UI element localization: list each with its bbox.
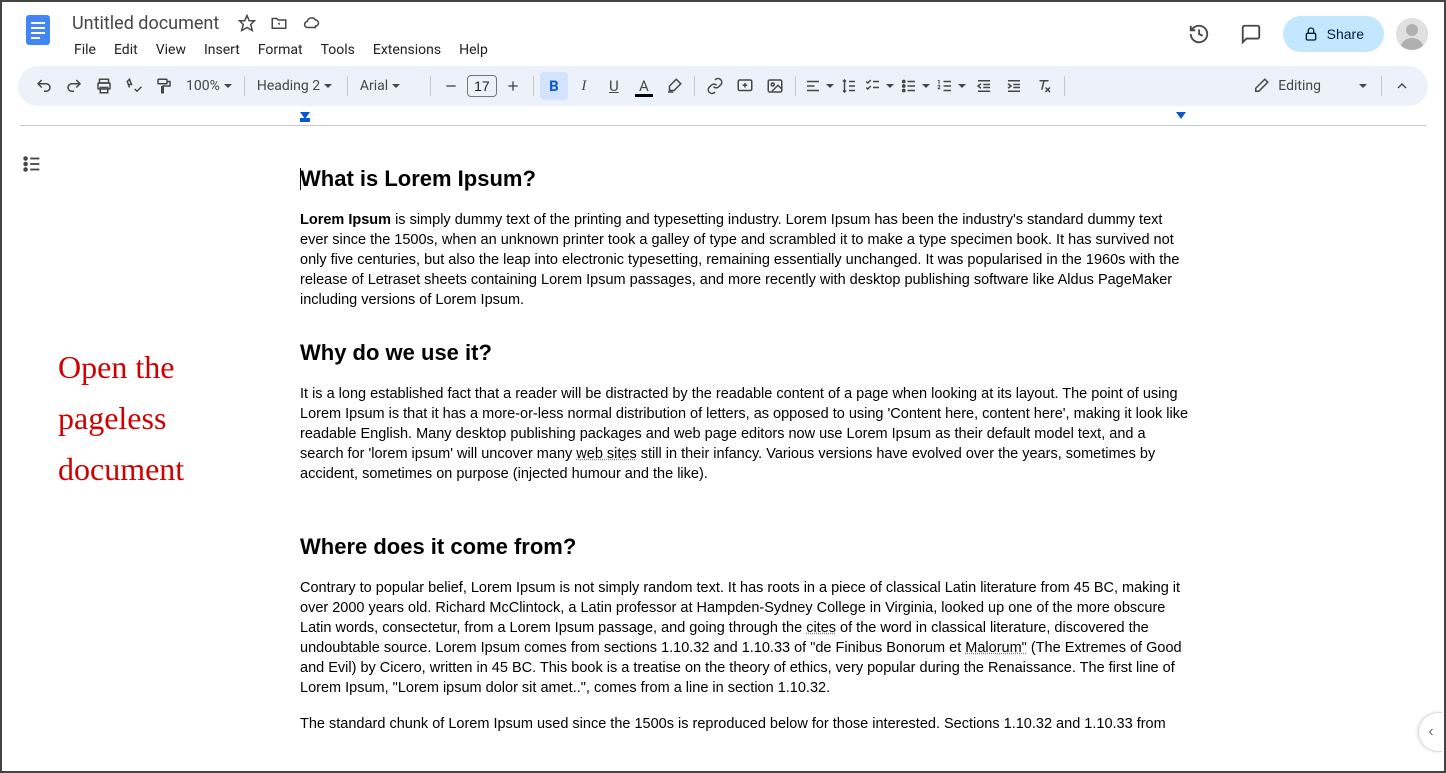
heading-1[interactable]: What is Lorem Ipsum? — [300, 166, 1190, 192]
underline-button[interactable]: U — [600, 72, 628, 100]
menu-extensions[interactable]: Extensions — [365, 38, 449, 62]
header: Untitled document File Edit View Insert … — [2, 2, 1444, 66]
comment-icon[interactable] — [1231, 14, 1271, 54]
separator — [430, 76, 431, 96]
toolbar: 100% Heading 2 Arial B I U A 12 E — [18, 66, 1428, 106]
ruler[interactable] — [20, 110, 1426, 126]
share-button[interactable]: Share — [1283, 16, 1384, 52]
title-area: Untitled document File Edit View Insert … — [66, 10, 1179, 62]
menu-tools[interactable]: Tools — [313, 38, 363, 62]
collapse-toolbar-button[interactable] — [1388, 72, 1416, 100]
bold-button[interactable]: B — [540, 72, 568, 100]
separator — [694, 76, 695, 96]
svg-text:2: 2 — [937, 85, 940, 91]
align-select[interactable] — [802, 73, 836, 99]
menu-help[interactable]: Help — [451, 38, 496, 62]
menu-format[interactable]: Format — [250, 38, 311, 62]
highlight-button[interactable] — [660, 72, 688, 100]
outline-toggle-icon[interactable] — [18, 150, 46, 178]
zoom-select[interactable]: 100% — [180, 74, 238, 98]
separator — [347, 76, 348, 96]
italic-button[interactable]: I — [570, 72, 598, 100]
menu-view[interactable]: View — [148, 38, 194, 62]
menubar: File Edit View Insert Format Tools Exten… — [66, 38, 1179, 62]
separator — [533, 76, 534, 96]
menu-file[interactable]: File — [66, 38, 104, 62]
paragraph-4[interactable]: The standard chunk of Lorem Ipsum used s… — [300, 714, 1190, 734]
line-spacing-select[interactable] — [838, 73, 860, 99]
separator — [1064, 76, 1065, 96]
insert-image-button[interactable] — [761, 72, 789, 100]
decrease-fontsize-button[interactable] — [437, 72, 465, 100]
redo-button[interactable] — [60, 72, 88, 100]
avatar[interactable] — [1396, 18, 1428, 50]
checklist-select[interactable] — [862, 73, 896, 99]
history-icon[interactable] — [1179, 14, 1219, 54]
ruler-left-marker[interactable] — [300, 112, 310, 122]
print-button[interactable] — [90, 72, 118, 100]
editing-mode-select[interactable]: Editing — [1244, 73, 1375, 99]
clear-formatting-button[interactable] — [1030, 72, 1058, 100]
paragraph-1[interactable]: Lorem Ipsum is simply dummy text of the … — [300, 210, 1190, 310]
menu-edit[interactable]: Edit — [106, 38, 146, 62]
decrease-indent-button[interactable] — [970, 72, 998, 100]
add-comment-button[interactable] — [731, 72, 759, 100]
move-icon[interactable] — [269, 13, 289, 33]
fontsize-input[interactable] — [467, 75, 497, 97]
spellcheck-button[interactable] — [120, 72, 148, 100]
insert-link-button[interactable] — [701, 72, 729, 100]
paragraph-2[interactable]: It is a long established fact that a rea… — [300, 384, 1190, 484]
star-icon[interactable] — [237, 13, 257, 33]
cloud-icon[interactable] — [301, 13, 321, 33]
ruler-right-marker[interactable] — [1176, 112, 1186, 119]
docs-logo[interactable] — [18, 10, 58, 50]
separator — [1381, 76, 1382, 96]
increase-indent-button[interactable] — [1000, 72, 1028, 100]
text-cursor — [300, 168, 301, 190]
menu-insert[interactable]: Insert — [196, 38, 248, 62]
heading-3[interactable]: Where does it come from? — [300, 534, 1190, 560]
document-title[interactable]: Untitled document — [66, 11, 225, 36]
document-canvas[interactable]: What is Lorem Ipsum? Lorem Ipsum is simp… — [62, 126, 1444, 765]
text-color-button[interactable]: A — [630, 72, 658, 100]
share-label: Share — [1327, 26, 1364, 42]
paragraph-style-select[interactable]: Heading 2 — [251, 74, 341, 98]
bulleted-list-select[interactable] — [898, 73, 932, 99]
font-select[interactable]: Arial — [354, 74, 424, 98]
increase-fontsize-button[interactable] — [499, 72, 527, 100]
paint-format-button[interactable] — [150, 72, 178, 100]
separator — [244, 76, 245, 96]
paragraph-3[interactable]: Contrary to popular belief, Lorem Ipsum … — [300, 578, 1190, 698]
numbered-list-select[interactable]: 12 — [934, 73, 968, 99]
heading-2[interactable]: Why do we use it? — [300, 340, 1190, 366]
undo-button[interactable] — [30, 72, 58, 100]
separator — [795, 76, 796, 96]
